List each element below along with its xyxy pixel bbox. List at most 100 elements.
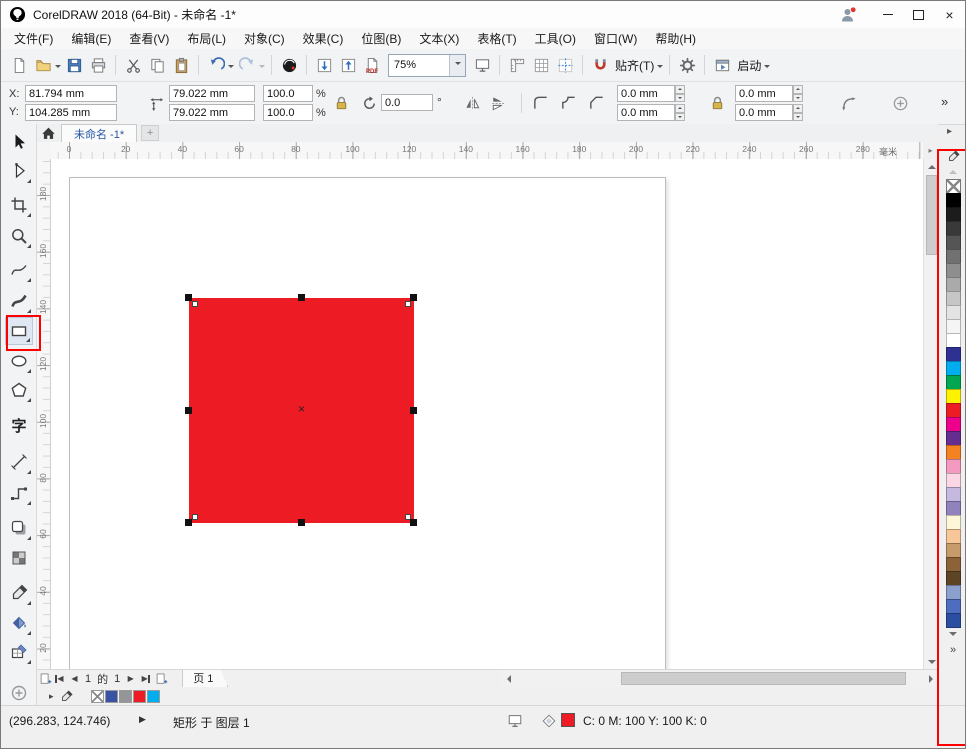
launch-button[interactable]: [711, 53, 733, 77]
launch-label[interactable]: 启动: [737, 57, 761, 74]
corner-radius-bl-stepper[interactable]: [675, 104, 685, 121]
interactive-fill-tool[interactable]: [5, 609, 33, 637]
menu-item[interactable]: 对象(C): [235, 28, 294, 49]
drawing-canvas[interactable]: ×: [51, 159, 923, 669]
selection-handle-s[interactable]: [298, 519, 305, 526]
mirror-vertical-button[interactable]: [487, 92, 509, 114]
scale-y-field[interactable]: 100.0: [263, 104, 313, 121]
document-color-settings-icon[interactable]: [507, 713, 523, 729]
fill-color-swatch[interactable]: [561, 713, 575, 727]
undo-button[interactable]: [205, 53, 227, 77]
connector-tool[interactable]: [5, 479, 33, 507]
menu-item[interactable]: 位图(B): [352, 28, 410, 49]
document-color-swatch[interactable]: [105, 690, 118, 703]
snap-dropdown-caret[interactable]: [657, 65, 663, 71]
menu-item[interactable]: 帮助(H): [646, 28, 705, 49]
text-tool[interactable]: 字: [5, 412, 33, 440]
object-width-field[interactable]: 79.022 mm: [169, 85, 255, 102]
search-content-button[interactable]: [278, 53, 300, 77]
new-document-tab-button[interactable]: +: [141, 125, 159, 141]
scalloped-corner-button[interactable]: [557, 91, 579, 113]
save-button[interactable]: [63, 53, 85, 77]
user-account-icon[interactable]: [838, 6, 858, 24]
scroll-left-button[interactable]: [501, 670, 515, 688]
chamfered-corner-button[interactable]: [585, 91, 607, 113]
copy-button[interactable]: [146, 53, 168, 77]
document-color-swatch[interactable]: [133, 690, 146, 703]
vertical-scrollbar[interactable]: [923, 159, 938, 669]
menu-item[interactable]: 布局(L): [178, 28, 235, 49]
menu-item[interactable]: 表格(T): [468, 28, 525, 49]
selection-handle-sw[interactable]: [185, 519, 192, 526]
menu-item[interactable]: 查看(V): [120, 28, 178, 49]
corner-radius-bottom-left-field[interactable]: 0.0 mm: [617, 104, 675, 121]
artistic-media-tool[interactable]: [5, 287, 33, 315]
no-color-swatch[interactable]: [91, 690, 104, 703]
scale-x-field[interactable]: 100.0: [263, 85, 313, 102]
print-button[interactable]: [87, 53, 109, 77]
corner-radius-bottom-right-field[interactable]: 0.0 mm: [735, 104, 793, 121]
crop-tool[interactable]: [5, 191, 33, 219]
menu-item[interactable]: 效果(C): [294, 28, 353, 49]
round-corner-button[interactable]: [529, 91, 551, 113]
show-rulers-button[interactable]: [506, 53, 528, 77]
ruler-options-corner[interactable]: ▸: [923, 142, 938, 160]
corner-radius-tl-stepper[interactable]: [675, 85, 685, 102]
selection-handle-ne[interactable]: [410, 294, 417, 301]
options-button[interactable]: [676, 53, 698, 77]
x-position-field[interactable]: 81.794 mm: [25, 85, 117, 102]
maximize-button[interactable]: [903, 1, 934, 28]
cut-button[interactable]: [122, 53, 144, 77]
rotation-angle-field[interactable]: 0.0: [381, 94, 433, 111]
zoom-tool[interactable]: [5, 222, 33, 250]
relative-corner-scaling-button[interactable]: [837, 92, 859, 114]
menu-item[interactable]: 文本(X): [410, 28, 468, 49]
menu-item[interactable]: 窗口(W): [585, 28, 646, 49]
smart-fill-tool[interactable]: [5, 638, 33, 666]
fill-status-icon[interactable]: [541, 713, 557, 729]
corner-node[interactable]: [405, 301, 411, 307]
document-palette-eyedropper-icon[interactable]: [60, 690, 73, 703]
add-property-button[interactable]: [889, 92, 911, 114]
home-icon[interactable]: [41, 126, 56, 141]
fullscreen-preview-button[interactable]: [471, 53, 493, 77]
corner-node[interactable]: [192, 301, 198, 307]
new-document-button[interactable]: [8, 53, 30, 77]
selection-handle-se[interactable]: [410, 519, 417, 526]
redo-button[interactable]: [236, 53, 258, 77]
page-tab[interactable]: 页 1: [182, 670, 228, 688]
show-guidelines-button[interactable]: [554, 53, 576, 77]
pick-tool[interactable]: [5, 128, 33, 156]
link-corners-button[interactable]: [707, 91, 727, 115]
open-dropdown-caret[interactable]: [55, 65, 61, 71]
menu-item[interactable]: 文件(F): [5, 28, 62, 49]
tabbar-flyout-arrow[interactable]: ▸: [947, 126, 951, 137]
horizontal-scrollbar[interactable]: [501, 670, 938, 688]
customize-toolbox-button[interactable]: [10, 684, 28, 702]
first-page-button[interactable]: ◀: [52, 671, 67, 686]
import-button[interactable]: [313, 53, 335, 77]
corner-radius-top-left-field[interactable]: 0.0 mm: [617, 85, 675, 102]
undo-dropdown-caret[interactable]: [228, 65, 234, 71]
mirror-horizontal-button[interactable]: [461, 92, 483, 114]
document-color-swatch[interactable]: [147, 690, 160, 703]
corner-node[interactable]: [192, 514, 198, 520]
close-button[interactable]: ×: [934, 1, 965, 28]
selection-handle-nw[interactable]: [185, 294, 192, 301]
snap-to-label[interactable]: 贴齐(T): [615, 57, 654, 74]
zoom-dropdown-button[interactable]: [449, 55, 465, 76]
corner-radius-top-right-field[interactable]: 0.0 mm: [735, 85, 793, 102]
previous-page-button[interactable]: ◀: [67, 671, 82, 686]
zoom-level-combobox[interactable]: 75%: [388, 54, 466, 77]
add-page-before-button[interactable]: [37, 671, 52, 686]
ruler-origin-corner[interactable]: [37, 142, 52, 160]
drop-shadow-tool[interactable]: [5, 514, 33, 542]
open-button[interactable]: [32, 53, 54, 77]
selection-handle-n[interactable]: [298, 294, 305, 301]
snap-to-button[interactable]: [589, 53, 611, 77]
selected-rectangle-object[interactable]: ×: [189, 298, 414, 523]
document-tab[interactable]: 未命名 -1*: [61, 124, 137, 142]
polygon-tool[interactable]: [5, 376, 33, 404]
menu-item[interactable]: 编辑(E): [62, 28, 120, 49]
lock-ratio-button[interactable]: [331, 91, 351, 115]
